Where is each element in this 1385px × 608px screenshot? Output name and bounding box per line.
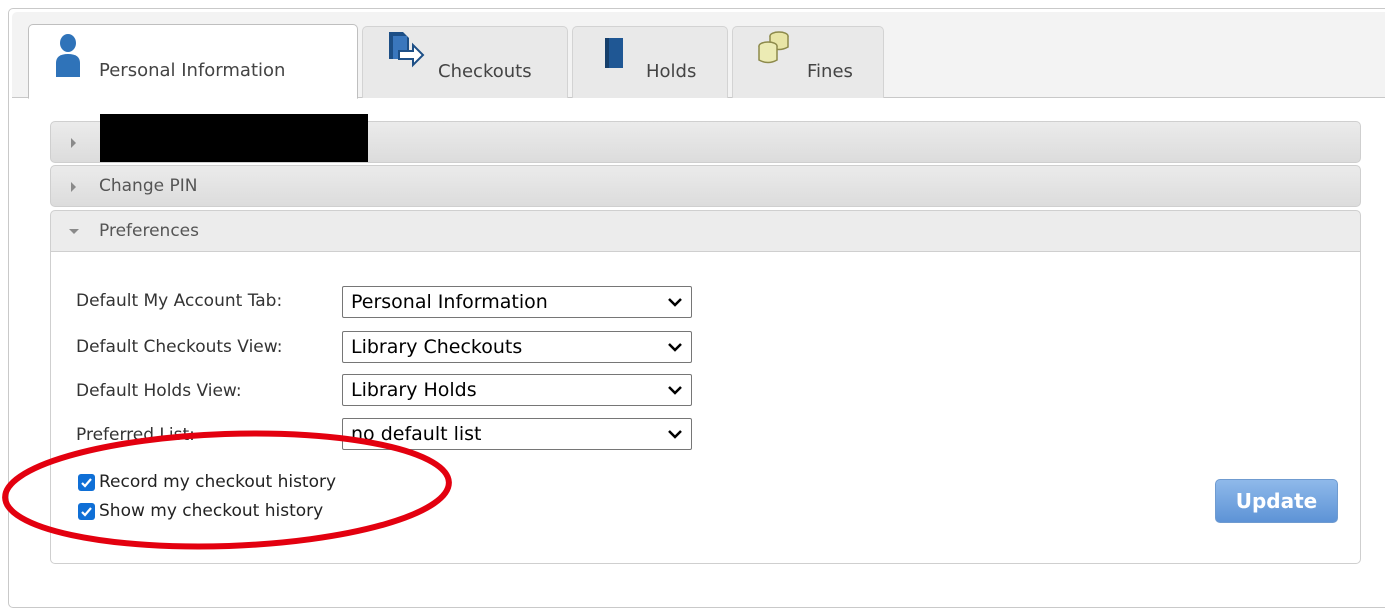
default-tab-select[interactable]: Personal Information [342,286,692,318]
section-header-preferences[interactable]: Preferences [50,210,1361,252]
book-icon [603,36,625,74]
coins-icon [755,27,795,71]
tab-label: Personal Information [99,60,286,81]
section-title: Preferences [99,221,199,241]
tab-label: Holds [646,61,697,82]
collapse-arrow-icon [69,229,79,234]
default-tab-label: Default My Account Tab: [76,291,283,311]
preferred-list-select[interactable]: no default list [342,418,692,450]
preferred-list-label: Preferred List: [76,425,195,445]
select-value: Library Checkouts [351,336,523,358]
checkmark-icon [81,507,92,517]
record-history-label: Record my checkout history [99,472,337,492]
tab-label: Checkouts [438,61,532,82]
checkmark-icon [81,478,92,488]
update-button[interactable]: Update [1215,479,1338,523]
show-history-checkbox[interactable] [78,503,95,520]
redaction-block [100,114,368,162]
checkout-book-icon [385,29,425,75]
default-checkouts-view-select[interactable]: Library Checkouts [342,331,692,363]
tab-personal-information[interactable]: Personal Information [28,24,358,99]
default-holds-view-select[interactable]: Library Holds [342,374,692,406]
default-holds-view-label: Default Holds View: [76,381,242,401]
chevron-down-icon [668,430,682,439]
person-icon [55,33,81,81]
expand-arrow-icon [71,138,76,148]
chevron-down-icon [668,343,682,352]
select-value: no default list [351,423,482,445]
tab-checkouts[interactable]: Checkouts [362,26,568,98]
tab-fines[interactable]: Fines [732,26,884,98]
tab-bar: Personal Information Checkouts Holds Fin… [12,12,1385,99]
record-history-checkbox[interactable] [78,474,95,491]
section-header-change-pin[interactable]: Change PIN [50,165,1361,207]
select-value: Personal Information [351,291,548,313]
default-checkouts-view-label: Default Checkouts View: [76,337,283,357]
section-title: Change PIN [99,176,198,196]
tab-label: Fines [807,61,853,82]
select-value: Library Holds [351,379,477,401]
expand-arrow-icon [71,182,76,192]
show-history-label: Show my checkout history [99,501,324,521]
tab-holds[interactable]: Holds [572,26,728,98]
chevron-down-icon [668,386,682,395]
chevron-down-icon [668,298,682,307]
